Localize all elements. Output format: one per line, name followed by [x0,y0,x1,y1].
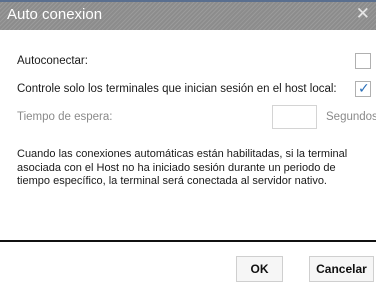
ok-button[interactable]: OK [236,256,283,282]
dialog-title: Auto conexion [7,6,103,23]
timeout-unit: Segundos [326,111,376,123]
autoconnect-checkbox[interactable] [355,53,371,69]
close-icon[interactable]: ✕ [356,4,370,24]
timeout-input[interactable] [272,105,317,129]
description-text: Cuando las conexiones automáticas están … [17,148,348,187]
checkmark-icon: ✓ [358,80,370,96]
timeout-label: Tiempo de espera: [17,111,113,123]
cancel-button[interactable]: Cancelar [309,256,374,282]
local-only-label: Controle solo los terminales que inician… [17,83,337,95]
title-bar: Auto conexion ✕ [0,0,376,30]
footer-divider [0,240,376,242]
title-bar-accent [0,0,376,2]
autoconnect-label: Autoconectar: [17,55,88,67]
local-only-checkbox[interactable]: ✓ [355,80,371,97]
